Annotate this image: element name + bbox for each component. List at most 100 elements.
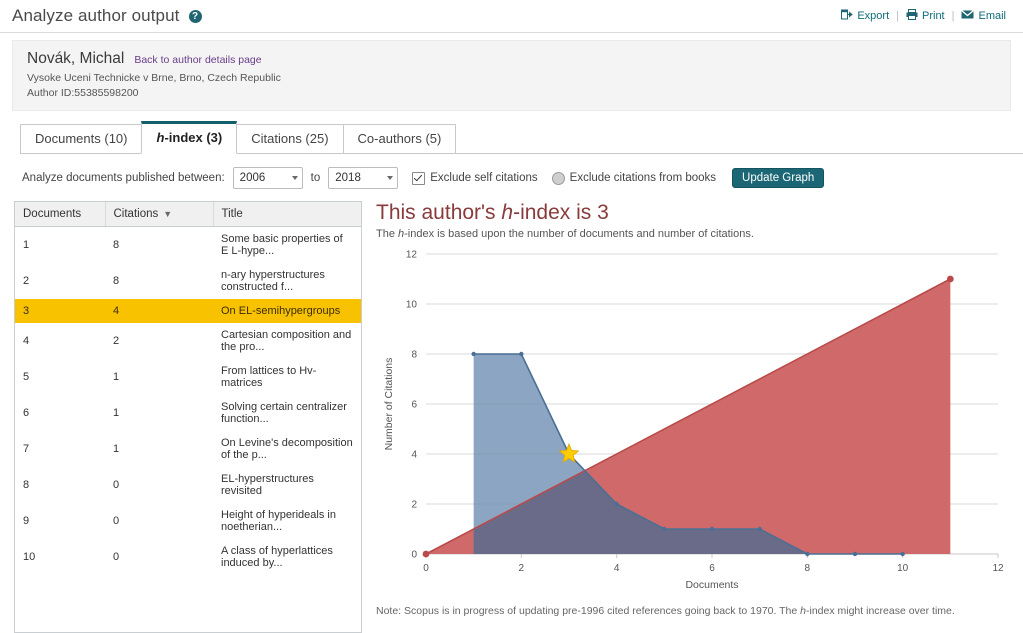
exclude-books-label: Exclude citations from books: [569, 172, 717, 184]
checkbox-checked-icon: [412, 171, 426, 185]
tab-documents[interactable]: Documents (10): [20, 124, 143, 154]
documents-table: Documents Citations ▼ Title 1 8 Some basic …: [15, 202, 361, 575]
cell-document-number: 9: [23, 515, 30, 527]
citations-data-point[interactable]: [757, 526, 762, 532]
exclude-self-citations-checkbox[interactable]: Exclude self citations: [412, 171, 538, 185]
citations-data-point[interactable]: [614, 501, 619, 507]
documents-table-panel: Documents Citations ▼ Title 1 8 Some basic …: [14, 201, 362, 633]
tab-bar: Documents (10) h-index (3) Citations (25…: [20, 121, 1023, 154]
chart-subtitle-pre: The: [376, 228, 399, 240]
cell-title[interactable]: A class of hyperlattices induced by...: [213, 539, 361, 575]
page-title: Analyze author output: [12, 6, 180, 25]
author-affiliation: Vysoke Uceni Technicke v Brne, Brno, Cze…: [27, 72, 281, 84]
cell-citation-count: 8: [113, 239, 120, 251]
cell-title[interactable]: n-ary hyperstructures constructed f...: [213, 263, 361, 299]
citations-data-point[interactable]: [662, 526, 667, 532]
table-row[interactable]: 2 8 n-ary hyperstructures constructed f...: [15, 263, 361, 299]
author-name: Novák, Michal: [27, 50, 125, 67]
y-tick-label: 10: [406, 300, 418, 311]
table-row[interactable]: 4 2 Cartesian composition and the pro...: [15, 323, 361, 359]
h-index-endpoint[interactable]: [422, 550, 430, 558]
printer-icon: [906, 9, 918, 23]
chart-note: Note: Scopus is in progress of updating …: [376, 605, 1015, 617]
x-axis-title: Documents: [685, 579, 738, 591]
chart-subtitle-post: -index is based upon the number of docum…: [404, 228, 754, 240]
cell-citation-count: 1: [113, 407, 120, 419]
x-tick-label: 4: [614, 563, 620, 574]
update-graph-button[interactable]: Update Graph: [732, 168, 825, 188]
cell-title[interactable]: Some basic properties of E L-hype...: [213, 227, 361, 264]
tab-h-index[interactable]: h-index (3): [141, 121, 238, 154]
chart-heading-ital: h: [501, 201, 514, 224]
h-index-chart: 0 2 4 6 8 10 12 0 2 4 6 8 10 12 Documents Number of Cit…: [383, 250, 1004, 592]
chart-heading-pre: This author's: [376, 201, 502, 224]
table-row[interactable]: 10 0 A class of hyperlattices induced by..…: [15, 539, 361, 575]
table-header-row: Documents Citations ▼ Title: [15, 202, 361, 227]
chart-heading: This author's h-index is 3: [376, 201, 1015, 225]
year-from-select[interactable]: 2006: [232, 167, 303, 189]
author-info-panel: Novák, Michal Back to author details pag…: [12, 40, 1011, 111]
cell-document-number: 3: [15, 299, 105, 323]
cell-title[interactable]: Solving certain centralizer function...: [213, 395, 361, 431]
citations-data-point[interactable]: [471, 351, 476, 357]
year-to-select[interactable]: 2018: [328, 167, 399, 189]
cell-document-number: 4: [23, 335, 30, 347]
col-header-title[interactable]: Title: [213, 202, 361, 227]
checkbox-disabled-icon: [551, 171, 565, 185]
y-tick-label: 0: [411, 550, 417, 561]
email-label: Email: [978, 10, 1006, 22]
table-row[interactable]: 8 0 EL-hyperstructures revisited: [15, 467, 361, 503]
sort-descending-icon: ▼: [163, 209, 173, 219]
cell-title[interactable]: From lattices to Hv-matrices: [213, 359, 361, 395]
y-tick-label: 8: [411, 350, 417, 361]
export-button[interactable]: Export: [834, 9, 896, 23]
table-row[interactable]: 6 1 Solving certain centralizer function..…: [15, 395, 361, 431]
cell-citation-count: 0: [113, 551, 120, 563]
cell-title[interactable]: Cartesian composition and the pro...: [213, 323, 361, 359]
help-circle-icon[interactable]: ?: [188, 9, 202, 23]
table-head: Documents Citations ▼ Title: [15, 202, 361, 227]
y-axis-title: Number of Citations: [383, 358, 395, 451]
author-name-row: Novák, Michal Back to author details pag…: [27, 50, 996, 68]
col-header-documents[interactable]: Documents: [15, 202, 106, 227]
export-label: Export: [857, 10, 890, 22]
table-row[interactable]: 3 4 On EL-semihypergroups: [15, 299, 361, 323]
exclude-citations-from-books-checkbox[interactable]: Exclude citations from books: [551, 171, 717, 185]
chevron-down-icon: [387, 176, 394, 180]
print-button[interactable]: Print: [899, 9, 952, 23]
year-to-value: 2018: [335, 172, 361, 184]
citations-data-point[interactable]: [519, 351, 524, 357]
cell-title[interactable]: Height of hyperideals in noetherian...: [213, 503, 361, 539]
citations-data-point[interactable]: [805, 551, 810, 557]
col-header-citations-label: Citations: [113, 208, 159, 220]
cell-title[interactable]: On Levine's decomposition of the p...: [213, 431, 361, 467]
citations-data-point[interactable]: [709, 526, 715, 532]
top-action-links: Export | Print | Email: [834, 9, 1013, 23]
tab-citations[interactable]: Citations (25): [236, 124, 344, 154]
table-row[interactable]: 7 1 On Levine's decomposition of the p...: [15, 431, 361, 467]
x-tick-label: 6: [709, 563, 715, 574]
cell-citation-count: 2: [113, 335, 120, 347]
cell-title[interactable]: On EL-semihypergroups: [213, 299, 361, 323]
cell-title[interactable]: EL-hyperstructures revisited: [213, 467, 361, 503]
col-header-citations[interactable]: Citations ▼: [105, 202, 214, 227]
table-row[interactable]: 5 1 From lattices to Hv-matrices: [15, 359, 361, 395]
to-label: to: [310, 172, 321, 184]
tab-co-authors[interactable]: Co-authors (5): [342, 124, 457, 154]
chart-note-pre: Note: Scopus is in progress of updating …: [376, 605, 801, 617]
chart-canvas-holder: 0 2 4 6 8 10 12 0 2 4 6 8 10 12 Documents Number of Cit…: [376, 244, 1015, 599]
email-button[interactable]: Email: [954, 9, 1013, 23]
chevron-down-icon: [291, 176, 298, 180]
table-row[interactable]: 1 8 Some basic properties of E L-hype...: [15, 227, 361, 264]
back-to-author-details-link[interactable]: Back to author details page: [134, 54, 261, 66]
citations-data-point[interactable]: [852, 551, 858, 557]
top-bar: Analyze author output ? Export | Print |…: [0, 0, 1023, 33]
cell-document-number: 7: [23, 443, 30, 455]
table-row[interactable]: 9 0 Height of hyperideals in noetherian...: [15, 503, 361, 539]
h-index-endpoint[interactable]: [946, 275, 954, 283]
h-index-chart-panel: This author's h-index is 3 The h -index i…: [362, 201, 1023, 633]
main-content: Documents Citations ▼ Title 1 8 Some basic …: [0, 201, 1023, 633]
cell-citation-count: 0: [113, 515, 120, 527]
print-label: Print: [922, 10, 945, 22]
citations-data-point[interactable]: [900, 551, 905, 557]
